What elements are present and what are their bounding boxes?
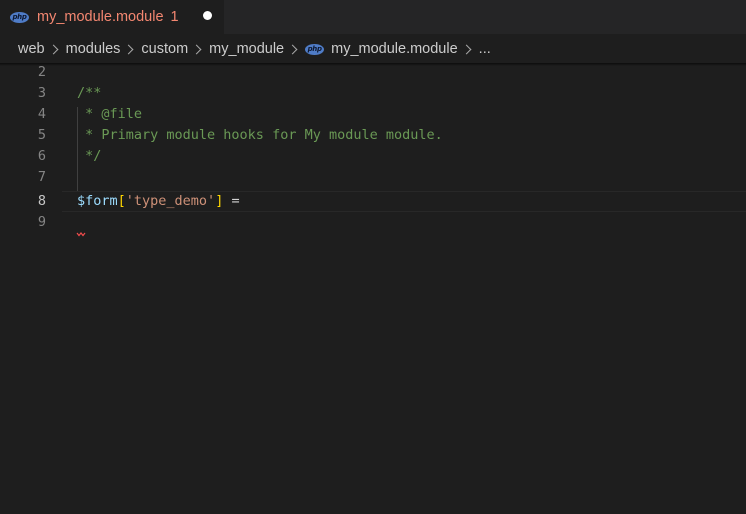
- editor-tab-bar: php my_module.module 1: [0, 0, 746, 34]
- line-number: 4: [37, 106, 46, 122]
- code-line[interactable]: 6 */: [0, 146, 746, 167]
- token-string: 'type_demo': [125, 193, 216, 209]
- doc-comment-file-tag: * @file: [77, 106, 143, 122]
- doc-comment-description: * Primary module hooks for My module mod…: [77, 127, 443, 143]
- breadcrumb-custom[interactable]: custom: [141, 41, 188, 57]
- php-file-icon: php: [305, 43, 325, 55]
- breadcrumb-my-module[interactable]: my_module: [209, 41, 284, 57]
- code-statement: $form['type_demo'] =: [77, 191, 240, 212]
- doc-comment-open: /**: [77, 85, 102, 101]
- breadcrumb-symbols-more[interactable]: ...: [479, 41, 491, 57]
- chevron-right-icon: [123, 44, 134, 54]
- code-line[interactable]: 4 * @file: [0, 104, 746, 125]
- chevron-right-icon: [191, 44, 202, 54]
- code-line[interactable]: 2: [0, 62, 746, 83]
- unsaved-dot-icon[interactable]: [203, 11, 212, 20]
- breadcrumb-modules[interactable]: modules: [66, 41, 121, 57]
- line-number: 3: [37, 85, 46, 101]
- php-file-icon: php: [10, 11, 29, 23]
- code-line[interactable]: 5 * Primary module hooks for My module m…: [0, 125, 746, 146]
- token-variable: $form: [77, 193, 118, 209]
- code-line[interactable]: 9: [0, 212, 746, 233]
- breadcrumb-file[interactable]: my_module.module: [331, 41, 458, 57]
- breadcrumb: web modules custom my_module php my_modu…: [0, 34, 746, 64]
- line-number: 8: [37, 193, 46, 209]
- token-operator: =: [223, 193, 240, 209]
- line-number: 2: [37, 64, 46, 80]
- code-editor[interactable]: 2 3 /** 4 * @file 5 * Primary module hoo…: [0, 64, 746, 514]
- chevron-right-icon: [287, 44, 298, 54]
- problem-count-badge: 1: [170, 9, 179, 25]
- chevron-right-icon: [461, 44, 472, 54]
- error-squiggle-icon[interactable]: [76, 231, 86, 237]
- line-number: 6: [37, 148, 46, 164]
- breadcrumb-web[interactable]: web: [18, 41, 45, 57]
- line-number: 7: [37, 169, 46, 185]
- line-number: 9: [37, 214, 46, 230]
- code-line[interactable]: 3 /**: [0, 83, 746, 104]
- code-line-active[interactable]: 8 $form['type_demo'] =: [0, 191, 746, 212]
- token-bracket-open: [: [117, 193, 126, 209]
- line-number: 5: [37, 127, 46, 143]
- code-line[interactable]: 7: [0, 167, 746, 188]
- chevron-right-icon: [48, 44, 59, 54]
- tab-title: my_module.module: [37, 9, 164, 25]
- editor-tab-my-module[interactable]: php my_module.module 1: [0, 0, 224, 34]
- doc-comment-close: */: [77, 148, 102, 164]
